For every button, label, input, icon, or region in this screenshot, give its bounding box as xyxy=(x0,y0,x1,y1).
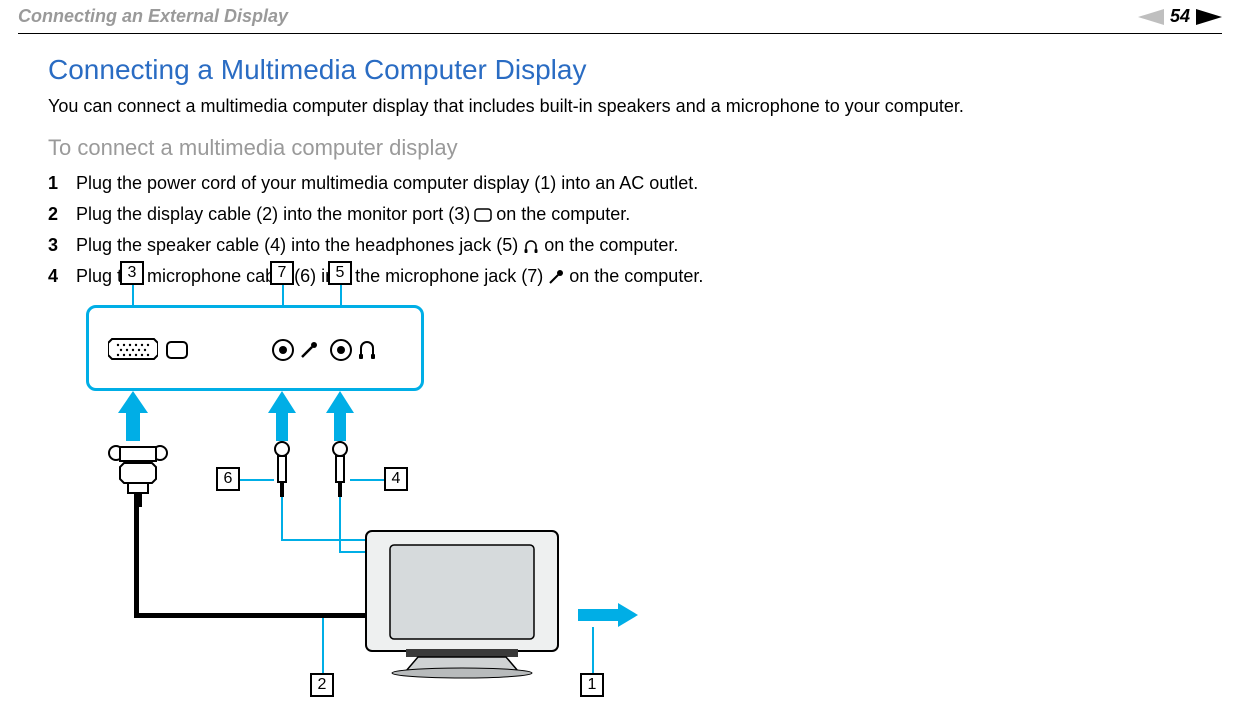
monitor-symbol-icon xyxy=(166,341,188,359)
step-number: 1 xyxy=(48,173,76,194)
page-header: Connecting an External Display 54 xyxy=(0,0,1240,31)
leader-line xyxy=(282,285,284,305)
leader-line xyxy=(132,285,134,305)
cable-line xyxy=(134,613,366,618)
arrow-up-icon xyxy=(118,391,148,446)
leader-line xyxy=(340,285,342,305)
microphone-symbol-icon xyxy=(300,341,318,359)
step-item: 4 Plug the microphone cable (6) into the… xyxy=(48,266,1192,287)
diagram-callout-2: 2 xyxy=(310,673,334,697)
monitor-illustration xyxy=(362,521,562,679)
leader-line xyxy=(322,618,324,674)
headphones-icon xyxy=(522,239,540,253)
cable-line xyxy=(339,497,341,553)
step-text: Plug the microphone cable (6) into the m… xyxy=(76,266,703,287)
page-number: 54 xyxy=(1170,6,1190,27)
step-number: 2 xyxy=(48,204,76,225)
power-arrow-icon xyxy=(578,603,638,632)
vga-port-icon xyxy=(108,337,158,361)
section-subtitle: To connect a multimedia computer display xyxy=(48,135,1192,161)
audio-plug-icon xyxy=(332,441,348,499)
headphone-symbol-icon xyxy=(358,339,376,361)
step-item: 1 Plug the power cord of your multimedia… xyxy=(48,173,1192,194)
microphone-jack-icon xyxy=(272,339,294,361)
diagram-callout-3: 3 xyxy=(120,261,144,285)
leader-line xyxy=(592,627,594,673)
page-title: Connecting a Multimedia Computer Display xyxy=(48,54,1192,86)
vga-plug-icon xyxy=(108,445,168,507)
diagram-callout-6: 6 xyxy=(216,467,240,491)
leader-line xyxy=(240,479,274,481)
page-content: Connecting a Multimedia Computer Display… xyxy=(0,34,1240,705)
step-text: Plug the display cable (2) into the moni… xyxy=(76,204,630,225)
prev-page-button[interactable] xyxy=(1138,9,1164,25)
steps-list: 1 Plug the power cord of your multimedia… xyxy=(48,173,1192,287)
next-page-button[interactable] xyxy=(1196,9,1222,25)
breadcrumb: Connecting an External Display xyxy=(18,6,288,27)
step-item: 2 Plug the display cable (2) into the mo… xyxy=(48,204,1192,225)
audio-plug-icon xyxy=(274,441,290,499)
step-number: 3 xyxy=(48,235,76,256)
step-text: Plug the speaker cable (4) into the head… xyxy=(76,235,678,256)
cable-line xyxy=(134,505,139,615)
arrow-up-icon xyxy=(326,391,354,446)
diagram-callout-4: 4 xyxy=(384,467,408,491)
step-item: 3 Plug the speaker cable (4) into the he… xyxy=(48,235,1192,256)
step-number: 4 xyxy=(48,266,76,287)
cable-line xyxy=(281,497,283,541)
cable-line xyxy=(281,539,365,541)
microphone-icon xyxy=(547,270,565,284)
connection-diagram: 3 7 5 xyxy=(68,305,678,705)
intro-text: You can connect a multimedia computer di… xyxy=(48,96,1192,117)
monitor-icon xyxy=(474,208,492,222)
arrow-up-icon xyxy=(268,391,296,446)
leader-line xyxy=(350,479,384,481)
step-text: Plug the power cord of your multimedia c… xyxy=(76,173,698,194)
diagram-callout-7: 7 xyxy=(270,261,294,285)
diagram-callout-5: 5 xyxy=(328,261,352,285)
header-nav: 54 xyxy=(1138,6,1222,27)
headphone-jack-icon xyxy=(330,339,352,361)
diagram-callout-1: 1 xyxy=(580,673,604,697)
